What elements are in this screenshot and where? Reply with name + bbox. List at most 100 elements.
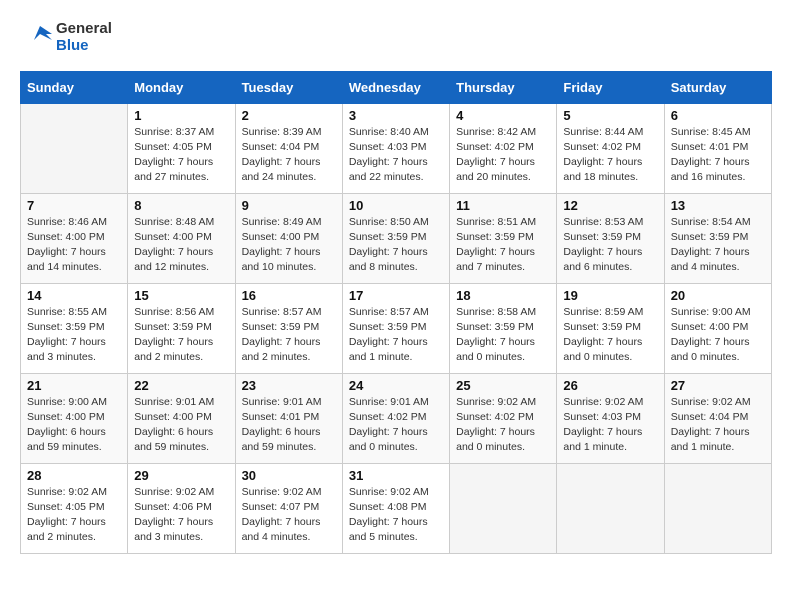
day-info: Sunrise: 8:46 AMSunset: 4:00 PMDaylight:… bbox=[27, 215, 121, 276]
day-number: 25 bbox=[456, 378, 550, 393]
header-row: SundayMondayTuesdayWednesdayThursdayFrid… bbox=[21, 71, 772, 103]
calendar-cell bbox=[450, 463, 557, 553]
day-info: Sunrise: 9:02 AMSunset: 4:08 PMDaylight:… bbox=[349, 485, 443, 546]
day-info: Sunrise: 9:01 AMSunset: 4:01 PMDaylight:… bbox=[242, 395, 336, 456]
day-number: 4 bbox=[456, 108, 550, 123]
logo-bird-icon bbox=[20, 26, 52, 48]
calendar-cell bbox=[664, 463, 771, 553]
day-number: 3 bbox=[349, 108, 443, 123]
day-number: 29 bbox=[134, 468, 228, 483]
day-info: Sunrise: 9:02 AMSunset: 4:07 PMDaylight:… bbox=[242, 485, 336, 546]
day-number: 21 bbox=[27, 378, 121, 393]
calendar-cell: 7 Sunrise: 8:46 AMSunset: 4:00 PMDaylight… bbox=[21, 193, 128, 283]
calendar-cell: 4Sunrise: 8:42 AMSunset: 4:02 PMDaylight… bbox=[450, 103, 557, 193]
day-number: 11 bbox=[456, 198, 550, 213]
day-info: Sunrise: 8:59 AMSunset: 3:59 PMDaylight:… bbox=[563, 305, 657, 366]
logo: General Blue bbox=[20, 20, 112, 55]
day-info: Sunrise: 8:58 AMSunset: 3:59 PMDaylight:… bbox=[456, 305, 550, 366]
header-friday: Friday bbox=[557, 71, 664, 103]
day-number: 18 bbox=[456, 288, 550, 303]
calendar-cell: 12 Sunrise: 8:53 AMSunset: 3:59 PMDayligh… bbox=[557, 193, 664, 283]
day-info: Sunrise: 8:45 AMSunset: 4:01 PMDaylight:… bbox=[671, 125, 765, 186]
day-number: 16 bbox=[242, 288, 336, 303]
day-info: Sunrise: 8:57 AMSunset: 3:59 PMDaylight:… bbox=[242, 305, 336, 366]
week-row-1: 1 Sunrise: 8:37 AMSunset: 4:05 PMDaylight… bbox=[21, 103, 772, 193]
day-info: Sunrise: 9:00 AMSunset: 4:00 PMDaylight:… bbox=[27, 395, 121, 456]
day-info: Sunrise: 8:51 AMSunset: 3:59 PMDaylight:… bbox=[456, 215, 550, 276]
day-number: 22 bbox=[134, 378, 228, 393]
day-info: Sunrise: 8:56 AMSunset: 3:59 PMDaylight:… bbox=[134, 305, 228, 366]
calendar-cell bbox=[21, 103, 128, 193]
day-number: 14 bbox=[27, 288, 121, 303]
calendar-cell: 26 Sunrise: 9:02 AMSunset: 4:03 PMDayligh… bbox=[557, 373, 664, 463]
header-saturday: Saturday bbox=[664, 71, 771, 103]
day-info: Sunrise: 8:53 AMSunset: 3:59 PMDaylight:… bbox=[563, 215, 657, 276]
calendar-cell: 23 Sunrise: 9:01 AMSunset: 4:01 PMDayligh… bbox=[235, 373, 342, 463]
calendar-cell: 22 Sunrise: 9:01 AMSunset: 4:00 PMDayligh… bbox=[128, 373, 235, 463]
calendar-cell: 1 Sunrise: 8:37 AMSunset: 4:05 PMDaylight… bbox=[128, 103, 235, 193]
calendar-cell: 28 Sunrise: 9:02 AMSunset: 4:05 PMDayligh… bbox=[21, 463, 128, 553]
calendar-cell: 16 Sunrise: 8:57 AMSunset: 3:59 PMDayligh… bbox=[235, 283, 342, 373]
day-number: 30 bbox=[242, 468, 336, 483]
day-number: 7 bbox=[27, 198, 121, 213]
header-tuesday: Tuesday bbox=[235, 71, 342, 103]
day-number: 6 bbox=[671, 108, 765, 123]
calendar-cell bbox=[557, 463, 664, 553]
day-info: Sunrise: 8:44 AMSunset: 4:02 PMDaylight:… bbox=[563, 125, 657, 186]
day-info: Sunrise: 9:02 AMSunset: 4:04 PMDaylight:… bbox=[671, 395, 765, 456]
day-info: Sunrise: 8:39 AMSunset: 4:04 PMDaylight:… bbox=[242, 125, 336, 186]
day-number: 17 bbox=[349, 288, 443, 303]
week-row-2: 7 Sunrise: 8:46 AMSunset: 4:00 PMDaylight… bbox=[21, 193, 772, 283]
calendar-cell: 18 Sunrise: 8:58 AMSunset: 3:59 PMDayligh… bbox=[450, 283, 557, 373]
calendar-cell: 5Sunrise: 8:44 AMSunset: 4:02 PMDaylight… bbox=[557, 103, 664, 193]
calendar-cell: 11 Sunrise: 8:51 AMSunset: 3:59 PMDayligh… bbox=[450, 193, 557, 283]
day-number: 15 bbox=[134, 288, 228, 303]
day-info: Sunrise: 8:40 AMSunset: 4:03 PMDaylight:… bbox=[349, 125, 443, 186]
day-info: Sunrise: 9:01 AMSunset: 4:02 PMDaylight:… bbox=[349, 395, 443, 456]
calendar-cell: 21 Sunrise: 9:00 AMSunset: 4:00 PMDayligh… bbox=[21, 373, 128, 463]
day-number: 31 bbox=[349, 468, 443, 483]
day-info: Sunrise: 8:48 AMSunset: 4:00 PMDaylight:… bbox=[134, 215, 228, 276]
day-number: 24 bbox=[349, 378, 443, 393]
day-number: 27 bbox=[671, 378, 765, 393]
calendar-cell: 2 Sunrise: 8:39 AMSunset: 4:04 PMDaylight… bbox=[235, 103, 342, 193]
header-sunday: Sunday bbox=[21, 71, 128, 103]
calendar-cell: 14 Sunrise: 8:55 AMSunset: 3:59 PMDayligh… bbox=[21, 283, 128, 373]
day-info: Sunrise: 8:54 AMSunset: 3:59 PMDaylight:… bbox=[671, 215, 765, 276]
calendar-cell: 30 Sunrise: 9:02 AMSunset: 4:07 PMDayligh… bbox=[235, 463, 342, 553]
day-number: 26 bbox=[563, 378, 657, 393]
calendar-cell: 27 Sunrise: 9:02 AMSunset: 4:04 PMDayligh… bbox=[664, 373, 771, 463]
day-info: Sunrise: 8:50 AMSunset: 3:59 PMDaylight:… bbox=[349, 215, 443, 276]
day-number: 2 bbox=[242, 108, 336, 123]
header-thursday: Thursday bbox=[450, 71, 557, 103]
logo-blue-text: Blue bbox=[56, 37, 112, 54]
calendar-cell: 29Sunrise: 9:02 AMSunset: 4:06 PMDayligh… bbox=[128, 463, 235, 553]
calendar-table: SundayMondayTuesdayWednesdayThursdayFrid… bbox=[20, 71, 772, 554]
day-info: Sunrise: 9:02 AMSunset: 4:03 PMDaylight:… bbox=[563, 395, 657, 456]
day-number: 10 bbox=[349, 198, 443, 213]
day-info: Sunrise: 8:37 AMSunset: 4:05 PMDaylight:… bbox=[134, 125, 228, 186]
day-number: 28 bbox=[27, 468, 121, 483]
day-number: 23 bbox=[242, 378, 336, 393]
calendar-cell: 19 Sunrise: 8:59 AMSunset: 3:59 PMDayligh… bbox=[557, 283, 664, 373]
calendar-cell: 3 Sunrise: 8:40 AMSunset: 4:03 PMDaylight… bbox=[342, 103, 449, 193]
week-row-5: 28 Sunrise: 9:02 AMSunset: 4:05 PMDayligh… bbox=[21, 463, 772, 553]
header-monday: Monday bbox=[128, 71, 235, 103]
week-row-4: 21 Sunrise: 9:00 AMSunset: 4:00 PMDayligh… bbox=[21, 373, 772, 463]
day-info: Sunrise: 9:02 AMSunset: 4:02 PMDaylight:… bbox=[456, 395, 550, 456]
calendar-cell: 20Sunrise: 9:00 AMSunset: 4:00 PMDayligh… bbox=[664, 283, 771, 373]
day-number: 12 bbox=[563, 198, 657, 213]
day-info: Sunrise: 9:02 AMSunset: 4:05 PMDaylight:… bbox=[27, 485, 121, 546]
day-number: 8 bbox=[134, 198, 228, 213]
day-info: Sunrise: 8:57 AMSunset: 3:59 PMDaylight:… bbox=[349, 305, 443, 366]
day-number: 1 bbox=[134, 108, 228, 123]
calendar-cell: 15 Sunrise: 8:56 AMSunset: 3:59 PMDayligh… bbox=[128, 283, 235, 373]
day-info: Sunrise: 9:01 AMSunset: 4:00 PMDaylight:… bbox=[134, 395, 228, 456]
calendar-cell: 25 Sunrise: 9:02 AMSunset: 4:02 PMDayligh… bbox=[450, 373, 557, 463]
day-number: 19 bbox=[563, 288, 657, 303]
day-info: Sunrise: 8:55 AMSunset: 3:59 PMDaylight:… bbox=[27, 305, 121, 366]
page-header: General Blue bbox=[20, 20, 772, 55]
calendar-cell: 17 Sunrise: 8:57 AMSunset: 3:59 PMDayligh… bbox=[342, 283, 449, 373]
calendar-cell: 24 Sunrise: 9:01 AMSunset: 4:02 PMDayligh… bbox=[342, 373, 449, 463]
day-info: Sunrise: 9:00 AMSunset: 4:00 PMDaylight:… bbox=[671, 305, 765, 366]
